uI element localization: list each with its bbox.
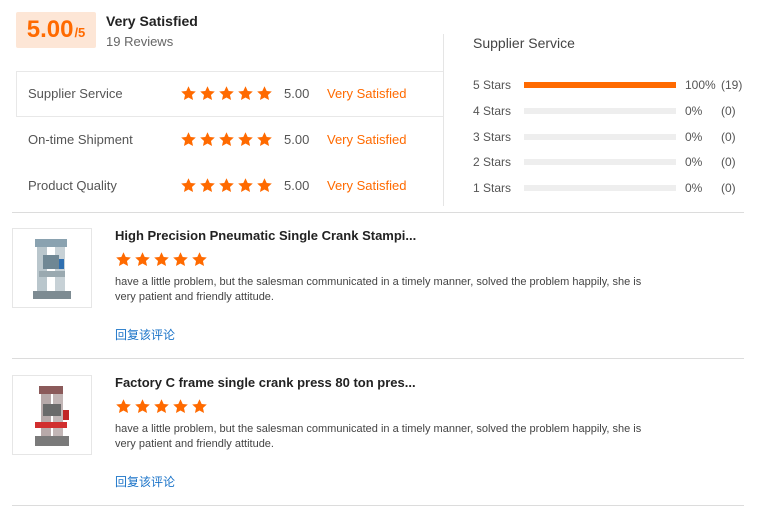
rating-score: 5.00 [284, 86, 310, 101]
review-stars [115, 251, 208, 268]
overall-score-denominator: /5 [74, 25, 86, 40]
review-divider [12, 505, 744, 506]
star-icon [219, 86, 234, 101]
star-icon [200, 132, 215, 147]
star-icon [154, 399, 169, 414]
star-icon [116, 252, 131, 267]
press-machine-image [13, 376, 91, 454]
ratings-row-border [16, 116, 444, 117]
star-icon [219, 178, 234, 193]
distribution-row-5: 5 Stars 100% (19) [473, 75, 763, 95]
distribution-title: Supplier Service [473, 35, 575, 51]
distribution-count: (0) [721, 104, 736, 118]
star-icon [135, 399, 150, 414]
distribution-bar [524, 159, 676, 165]
rating-stars [180, 131, 273, 148]
distribution-row-1: 1 Stars 0% (0) [473, 178, 763, 198]
star-icon [192, 252, 207, 267]
distribution-row-4: 4 Stars 0% (0) [473, 101, 763, 121]
review-stars [115, 398, 208, 415]
distribution-bar-fill [524, 82, 676, 88]
rating-stars [180, 177, 273, 194]
distribution-percent: 0% [685, 130, 703, 144]
star-icon [257, 86, 272, 101]
overall-score: 5.00 [26, 16, 74, 43]
distribution-percent: 0% [685, 155, 703, 169]
star-icon [154, 252, 169, 267]
distribution-percent: 0% [685, 104, 703, 118]
reviews-count: 19 Reviews [106, 34, 174, 49]
star-icon [200, 178, 215, 193]
distribution-label: 4 Stars [473, 104, 512, 118]
star-icon [173, 399, 188, 414]
star-icon [192, 399, 207, 414]
distribution-bar [524, 82, 676, 88]
section-divider [12, 212, 744, 213]
review-product-title[interactable]: Factory C frame single crank press 80 to… [115, 375, 416, 390]
distribution-label: 2 Stars [473, 155, 512, 169]
distribution-bar [524, 185, 676, 191]
rating-verdict: Very Satisfied [327, 132, 407, 147]
distribution-percent: 0% [685, 181, 703, 195]
distribution-count: (0) [721, 181, 736, 195]
overall-score-badge: 5.00 /5 [16, 12, 96, 48]
distribution-label: 5 Stars [473, 78, 512, 92]
distribution-count: (19) [721, 78, 743, 92]
distribution-count: (0) [721, 130, 736, 144]
product-thumbnail[interactable] [12, 375, 92, 455]
distribution-row-2: 2 Stars 0% (0) [473, 152, 763, 172]
overall-verdict: Very Satisfied [106, 13, 198, 29]
distribution-label: 1 Stars [473, 181, 512, 195]
star-icon [135, 252, 150, 267]
rating-verdict: Very Satisfied [327, 178, 407, 193]
star-icon [257, 132, 272, 147]
rating-row-on-time-shipment: On-time Shipment 5.00 Very Satisfied [16, 118, 444, 162]
distribution-row-3: 3 Stars 0% (0) [473, 127, 763, 147]
rating-label: Supplier Service [28, 86, 123, 101]
distribution-label: 3 Stars [473, 130, 512, 144]
rating-row-supplier-service: Supplier Service 5.00 Very Satisfied [16, 72, 444, 116]
product-thumbnail[interactable] [12, 228, 92, 308]
star-icon [219, 132, 234, 147]
distribution-bar [524, 108, 676, 114]
distribution-percent: 100% [685, 78, 716, 92]
rating-label: Product Quality [28, 178, 117, 193]
star-icon [181, 178, 196, 193]
star-icon [116, 399, 131, 414]
rating-row-product-quality: Product Quality 5.00 Very Satisfied [16, 164, 444, 208]
star-icon [238, 86, 253, 101]
star-icon [238, 132, 253, 147]
review-product-title[interactable]: High Precision Pneumatic Single Crank St… [115, 228, 416, 243]
distribution-count: (0) [721, 155, 736, 169]
rating-score: 5.00 [284, 178, 310, 193]
star-icon [181, 132, 196, 147]
review-text: have a little problem, but the salesman … [115, 276, 642, 303]
rating-verdict: Very Satisfied [327, 86, 407, 101]
star-icon [200, 86, 215, 101]
press-machine-image [13, 229, 91, 307]
rating-score: 5.00 [284, 132, 310, 147]
rating-stars [180, 85, 273, 102]
star-icon [181, 86, 196, 101]
review-text: have a little problem, but the salesman … [115, 423, 642, 450]
rating-label: On-time Shipment [28, 132, 133, 147]
review-divider [12, 358, 744, 359]
reply-review-link[interactable]: 回复该评论 [115, 473, 175, 490]
reply-review-link[interactable]: 回复该评论 [115, 326, 175, 343]
star-icon [173, 252, 188, 267]
star-icon [257, 178, 272, 193]
distribution-bar [524, 134, 676, 140]
star-icon [238, 178, 253, 193]
